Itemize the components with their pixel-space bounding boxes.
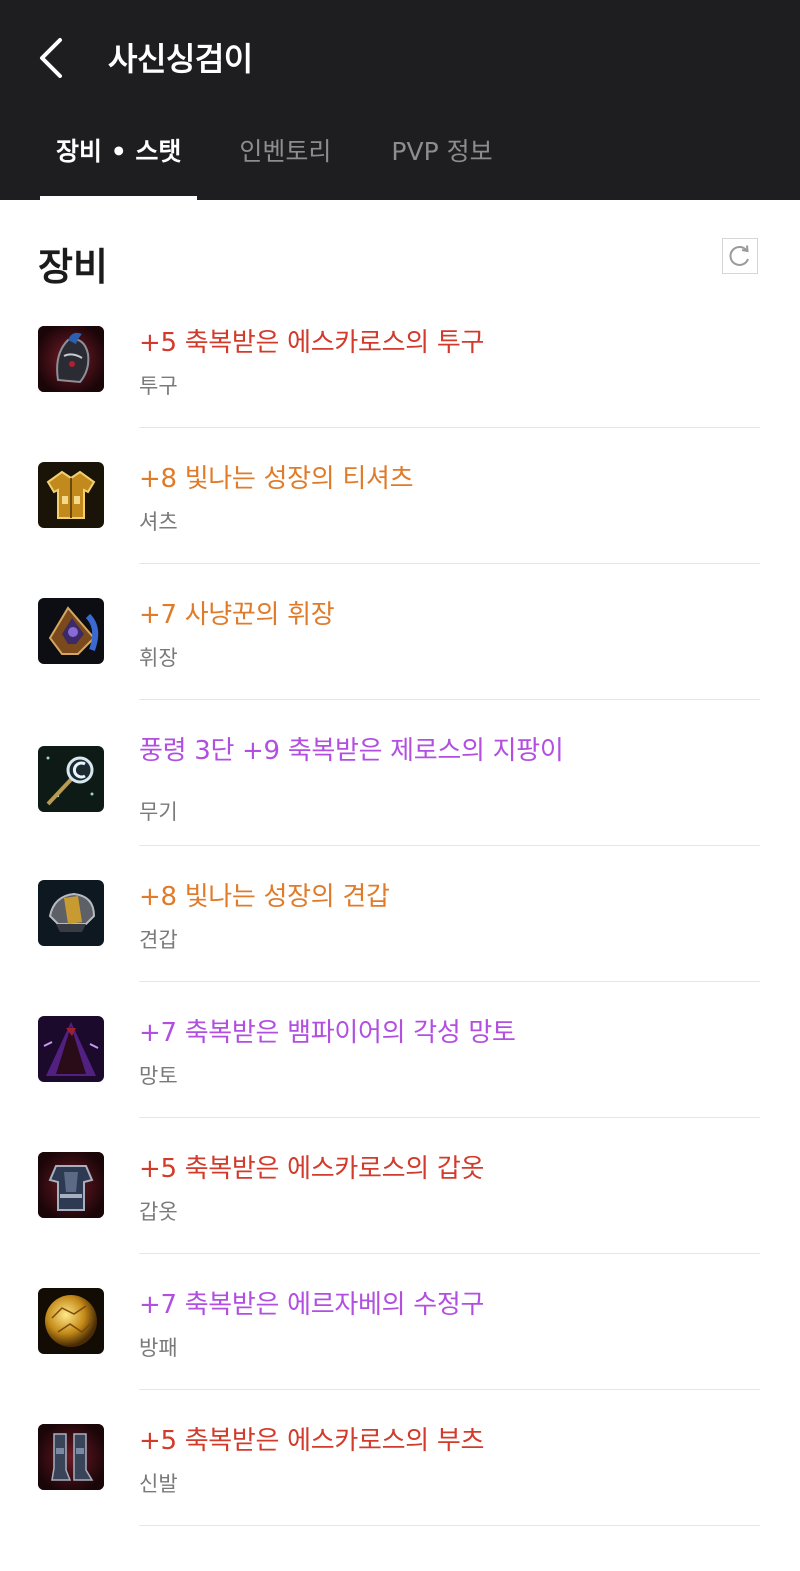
list-item[interactable]: +8 빛나는 성장의 티셔츠 셔츠 — [0, 428, 800, 564]
list-item[interactable]: +5 축복받은 에스카로스의 투구 투구 — [0, 292, 800, 428]
list-item[interactable]: +8 빛나는 성장의 견갑 견갑 — [0, 846, 800, 982]
item-name: +5 축복받은 에스카로스의 투구 — [139, 328, 485, 358]
insignia-icon — [38, 598, 104, 664]
tab-equipment-stats[interactable]: 장비 • 스탯 — [40, 128, 198, 200]
crystal-orb-icon — [38, 1288, 104, 1354]
shirt-icon — [38, 462, 104, 528]
item-name: +8 빛나는 성장의 견갑 — [139, 882, 390, 912]
divider — [139, 1525, 760, 1526]
list-item[interactable]: +7 축복받은 뱀파이어의 각성 망토 망토 — [0, 982, 800, 1118]
item-name: +5 축복받은 에스카로스의 부츠 — [139, 1426, 485, 1456]
item-name: +7 축복받은 에르자베의 수정구 — [139, 1290, 485, 1320]
list-item[interactable]: +5 축복받은 에스카로스의 갑옷 갑옷 — [0, 1118, 800, 1254]
app-header: 사신싱검이 장비 • 스탯 인벤토리 PVP 정보 — [0, 0, 800, 200]
armor-icon — [38, 1152, 104, 1218]
item-name: +5 축복받은 에스카로스의 갑옷 — [139, 1154, 485, 1184]
list-item[interactable]: +7 축복받은 에르자베의 수정구 방패 — [0, 1254, 800, 1390]
cloak-icon — [38, 1016, 104, 1082]
item-name: 풍령 3단 +9 축복받은 제로스의 지팡이 — [139, 736, 564, 766]
item-type: 망토 — [139, 1064, 178, 1088]
refresh-icon — [729, 245, 749, 266]
helmet-icon — [38, 326, 104, 392]
list-item[interactable]: 풍령 3단 +9 축복받은 제로스의 지팡이 무기 — [0, 700, 800, 846]
tab-inventory[interactable]: 인벤토리 — [221, 128, 349, 200]
item-type: 휘장 — [139, 646, 178, 670]
item-name: +8 빛나는 성장의 티셔츠 — [139, 464, 414, 494]
item-type: 방패 — [139, 1336, 178, 1360]
item-name: +7 축복받은 뱀파이어의 각성 망토 — [139, 1018, 516, 1048]
boots-icon — [38, 1424, 104, 1490]
page-title: 사신싱검이 — [108, 40, 253, 78]
item-type: 셔츠 — [139, 510, 178, 534]
item-name: +7 사냥꾼의 휘장 — [139, 600, 335, 630]
item-type: 무기 — [139, 800, 178, 824]
tab-bar: 장비 • 스탯 인벤토리 PVP 정보 — [40, 128, 535, 200]
list-item[interactable]: +7 사냥꾼의 휘장 휘장 — [0, 564, 800, 700]
tab-pvp-info[interactable]: PVP 정보 — [373, 128, 510, 200]
refresh-button[interactable] — [722, 238, 758, 274]
shoulder-guard-icon — [38, 880, 104, 946]
item-type: 견갑 — [139, 928, 178, 952]
staff-icon — [38, 746, 104, 812]
chevron-left-icon[interactable] — [36, 36, 76, 80]
item-type: 신발 — [139, 1472, 178, 1496]
equipment-list: +5 축복받은 에스카로스의 투구 투구 +8 빛나는 성장의 티셔츠 셔츠 +… — [0, 292, 800, 1526]
item-type: 투구 — [139, 374, 178, 398]
section-title: 장비 — [38, 245, 108, 289]
item-type: 갑옷 — [139, 1200, 178, 1224]
list-item[interactable]: +5 축복받은 에스카로스의 부츠 신발 — [0, 1390, 800, 1526]
